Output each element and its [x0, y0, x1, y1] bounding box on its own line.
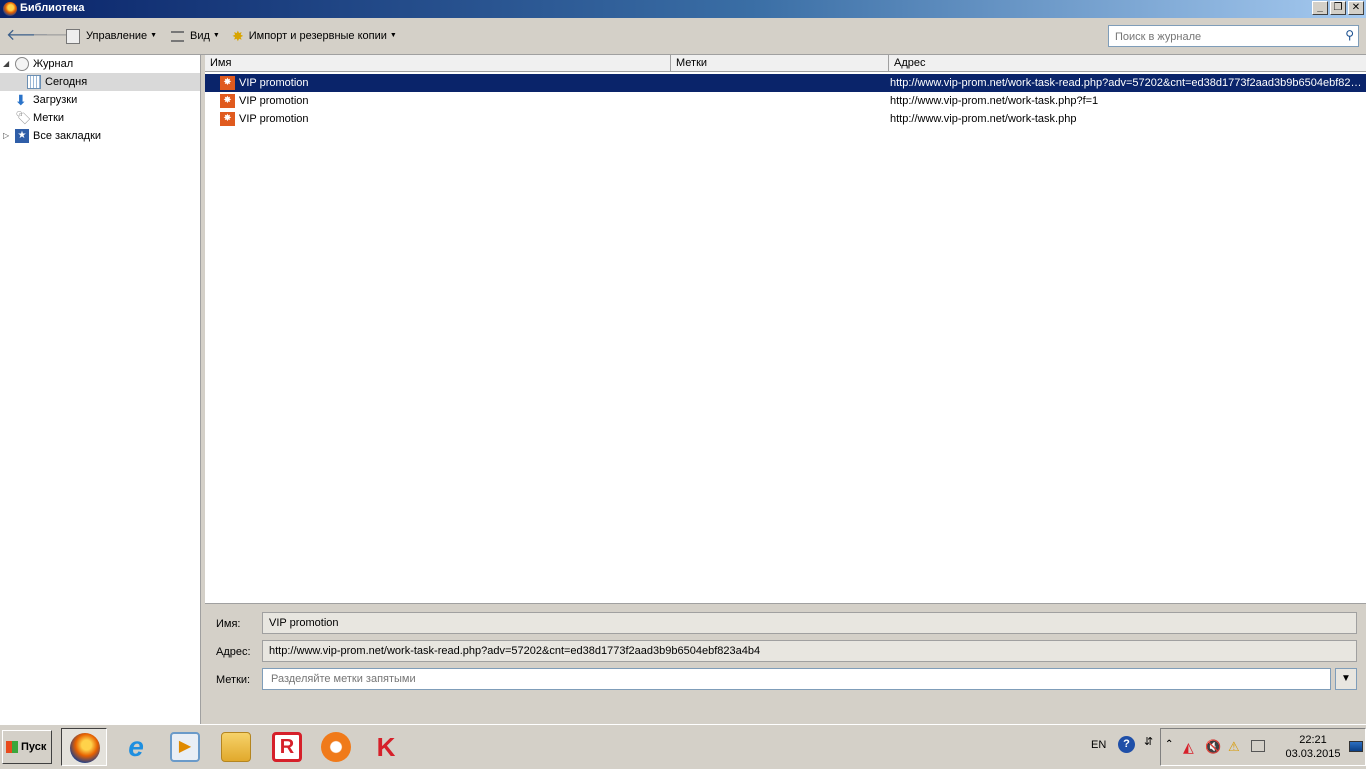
taskbar-kaspersky[interactable]: K: [363, 728, 409, 766]
dropdown-arrow-icon: ▼: [150, 32, 158, 40]
row-url: http://www.vip-prom.net/work-task.php?f=…: [890, 95, 1099, 107]
row-url: http://www.vip-prom.net/work-task.php: [890, 113, 1077, 125]
window-title: Библиотека: [20, 2, 85, 14]
firefox-icon: [3, 2, 17, 16]
taskbar: Пуск e ▶ R K EN ? ⇵ ⌃ ◭ 🔇 ⚠ 22:21 03.03.…: [0, 724, 1366, 769]
media-player-icon: ▶: [170, 732, 200, 762]
table-row[interactable]: ✸ VIP promotion http://www.vip-prom.net/…: [205, 74, 1366, 92]
sidebar-item-all-bookmarks[interactable]: ▷ ★ Все закладки: [0, 127, 200, 145]
manage-icon: [66, 28, 80, 44]
favicon-icon: ✸: [220, 76, 235, 90]
history-list: Имя Метки Адрес ✸ VIP promotion http://w…: [205, 55, 1366, 603]
sidebar-item-label: Сегодня: [45, 76, 88, 88]
network-icon[interactable]: ◭: [1183, 739, 1194, 756]
manage-menu-button[interactable]: Управление ▼: [66, 18, 157, 54]
taskbar-firefox[interactable]: [61, 728, 107, 766]
name-field[interactable]: VIP promotion: [262, 612, 1357, 634]
view-label: Вид: [190, 30, 210, 42]
r-app-icon: R: [272, 732, 302, 762]
desktop-toggle-icon[interactable]: ⇵: [1144, 735, 1153, 748]
antivirus-orange-icon: [321, 732, 351, 762]
clock-date: 03.03.2015: [1285, 748, 1341, 760]
language-indicator[interactable]: EN: [1091, 739, 1106, 751]
sidebar: ◢ Журнал Сегодня ⬇ Загрузки 🏷 Метки ▷ ★ …: [0, 55, 201, 724]
sidebar-item-label: Загрузки: [33, 94, 78, 106]
restore-button[interactable]: ❐: [1330, 1, 1346, 15]
chevron-up-icon[interactable]: ⌃: [1165, 739, 1173, 750]
expand-triangle-icon[interactable]: ▷: [3, 127, 9, 145]
row-name: VIP promotion: [239, 77, 309, 89]
toolbar: 🡐 🡒 Управление ▼ Вид ▼ ✸ Импорт и резервные…: [0, 18, 1366, 55]
clock[interactable]: 22:21 03.03.2015: [1285, 733, 1341, 761]
column-header-address[interactable]: Адрес: [889, 55, 1366, 72]
taskbar-explorer[interactable]: [213, 728, 259, 766]
tags-input[interactable]: [269, 672, 1323, 686]
folder-icon: [221, 732, 251, 762]
search-box[interactable]: ⚲: [1108, 25, 1359, 47]
sidebar-item-downloads[interactable]: ⬇ Загрузки: [0, 91, 200, 109]
tag-icon: 🏷: [15, 110, 32, 125]
address-label: Адрес:: [216, 646, 251, 658]
details-panel: Имя: VIP promotion Адрес: http://www.vip…: [205, 603, 1366, 725]
tags-dropdown-button[interactable]: ▼: [1335, 668, 1357, 690]
search-input[interactable]: [1113, 29, 1337, 45]
list-view-icon: [171, 30, 184, 42]
import-label: Импорт и резервные копии: [248, 30, 387, 42]
dropdown-arrow-icon: ▼: [389, 32, 397, 40]
back-arrow-icon[interactable]: 🡐: [6, 27, 49, 45]
tags-label: Метки:: [216, 674, 251, 686]
sidebar-item-label: Метки: [33, 112, 65, 124]
taskbar-avast[interactable]: [313, 728, 359, 766]
column-header-tags[interactable]: Метки: [671, 55, 889, 72]
close-button[interactable]: ✕: [1348, 1, 1364, 15]
warning-icon[interactable]: ⚠: [1228, 739, 1240, 755]
taskbar-r-app[interactable]: R: [264, 728, 310, 766]
import-backup-menu-button[interactable]: ✸ Импорт и резервные копии ▼: [232, 18, 397, 54]
address-field[interactable]: http://www.vip-prom.net/work-task-read.p…: [262, 640, 1357, 662]
start-label: Пуск: [21, 741, 47, 753]
download-icon: ⬇: [15, 92, 27, 108]
row-name: VIP promotion: [239, 95, 309, 107]
taskbar-internet-explorer[interactable]: e: [113, 728, 159, 766]
bookmarks-icon: ★: [15, 129, 29, 143]
view-menu-button[interactable]: Вид ▼: [171, 18, 220, 54]
row-name: VIP promotion: [239, 113, 309, 125]
sidebar-item-tags[interactable]: 🏷 Метки: [0, 109, 200, 127]
forward-arrow-icon[interactable]: 🡒: [32, 27, 75, 45]
clock-icon: [15, 57, 29, 71]
minimize-button[interactable]: _: [1312, 1, 1328, 15]
favicon-icon: ✸: [220, 112, 235, 126]
sidebar-item-history[interactable]: ◢ Журнал: [0, 55, 200, 73]
manage-label: Управление: [86, 30, 148, 42]
collapse-triangle-icon[interactable]: ◢: [3, 55, 9, 73]
clock-time: 22:21: [1299, 734, 1327, 746]
name-label: Имя:: [216, 618, 241, 630]
sidebar-item-label: Журнал: [33, 58, 74, 70]
dropdown-arrow-icon: ▼: [212, 32, 220, 40]
kaspersky-icon: K: [376, 732, 396, 762]
start-button[interactable]: Пуск: [2, 730, 52, 764]
table-row[interactable]: ✸ VIP promotion http://www.vip-prom.net/…: [205, 92, 1366, 110]
show-desktop-icon[interactable]: [1349, 741, 1363, 752]
taskbar-media-player[interactable]: ▶: [162, 728, 208, 766]
monitor-icon[interactable]: [1251, 740, 1265, 752]
title-bar: Библиотека _ ❐ ✕: [0, 0, 1366, 18]
favicon-icon: ✸: [220, 94, 235, 108]
sidebar-item-label: Все закладки: [33, 130, 102, 142]
calendar-icon: [27, 75, 41, 89]
chevron-down-icon: ▼: [1341, 673, 1351, 684]
search-icon[interactable]: ⚲: [1345, 28, 1354, 42]
internet-explorer-icon: e: [128, 731, 144, 762]
sidebar-item-today[interactable]: Сегодня: [0, 73, 200, 91]
tags-field[interactable]: [262, 668, 1331, 690]
import-star-icon: ✸: [232, 28, 244, 45]
column-header-name[interactable]: Имя: [205, 55, 671, 72]
windows-flag-icon: [6, 741, 18, 753]
table-row[interactable]: ✸ VIP promotion http://www.vip-prom.net/…: [205, 110, 1366, 128]
help-icon[interactable]: ?: [1118, 736, 1135, 753]
row-url: http://www.vip-prom.net/work-task-read.p…: [890, 77, 1362, 89]
firefox-icon: [70, 733, 100, 763]
volume-icon[interactable]: 🔇: [1205, 739, 1221, 755]
